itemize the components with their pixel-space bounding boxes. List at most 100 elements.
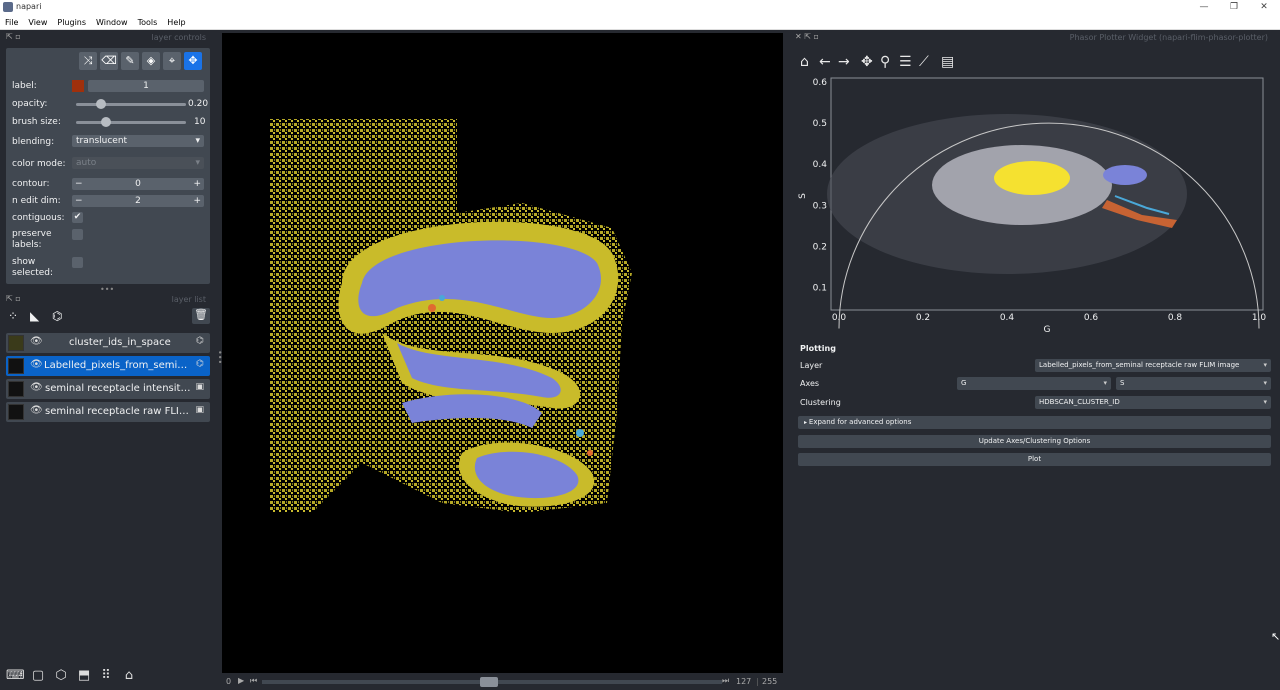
home-reset-view-icon[interactable]: ⌂: [120, 667, 138, 685]
layer-name: seminal receptacle raw FLIM...: [45, 406, 191, 417]
dock-float-icon[interactable]: ⇱ ▫: [6, 294, 21, 303]
color-picker-icon[interactable]: ⌖: [163, 52, 181, 70]
minimize-button[interactable]: —: [1190, 0, 1218, 15]
home-icon[interactable]: ⌂: [800, 54, 809, 70]
update-options-button[interactable]: Update Axes/Clustering Options: [798, 435, 1271, 448]
contour-spinbox[interactable]: −0 +: [72, 178, 204, 190]
contour-label: contour:: [12, 179, 50, 189]
dims-slider-handle[interactable]: [480, 677, 498, 687]
delete-layer-icon[interactable]: 🗑: [192, 308, 210, 324]
viewer-canvas[interactable]: [222, 33, 783, 673]
plotter-title: Phasor Plotter Widget (napari-flim-phaso…: [1069, 33, 1268, 42]
layer-item[interactable]: 👁 seminal receptacle intensity i... ▣: [6, 379, 210, 399]
visibility-eye-icon[interactable]: 👁: [30, 336, 43, 347]
x-tick-label: 1.0: [1252, 313, 1267, 323]
phasor-plotter-dock: ✕ ⇱ ▫ Phasor Plotter Widget (napari-flim…: [789, 30, 1280, 670]
layer-field-label: Layer: [800, 361, 823, 370]
opacity-label: opacity:: [12, 99, 48, 109]
color-mode-label: color mode:: [12, 159, 66, 169]
pan-icon[interactable]: ✥: [861, 54, 873, 70]
layer-thumbnail: [8, 358, 24, 374]
napari-app-icon: [3, 2, 13, 12]
blending-select[interactable]: translucent ▾: [72, 135, 204, 147]
clustering-select[interactable]: HDBSCAN_CLUSTER_ID ▾: [1035, 396, 1271, 409]
brush-size-slider[interactable]: [76, 121, 186, 124]
opacity-value: 0.20: [188, 99, 209, 109]
plotter-header: ✕ ⇱ ▫ Phasor Plotter Widget (napari-flim…: [789, 32, 1280, 45]
fill-bucket-icon[interactable]: ◈: [142, 52, 160, 70]
x-axis-label: G: [1044, 325, 1051, 335]
play-icon[interactable]: ▶: [238, 676, 244, 685]
layer-item[interactable]: 👁 seminal receptacle raw FLIM... ▣: [6, 402, 210, 422]
transpose-dims-icon[interactable]: ⬒: [75, 667, 93, 685]
menu-view[interactable]: View: [23, 15, 52, 30]
configure-subplots-icon[interactable]: ☰: [899, 54, 912, 70]
contiguous-checkbox[interactable]: ✔: [72, 212, 83, 223]
layer-thumbnail: [8, 404, 24, 420]
dims-total-value: 255: [762, 677, 778, 686]
menu-tools[interactable]: Tools: [133, 15, 163, 30]
layer-name: Labelled_pixels_from_semina...: [44, 360, 190, 371]
new-points-layer-icon[interactable]: ⁘: [8, 309, 18, 323]
zoom-icon[interactable]: ⚲: [880, 54, 890, 70]
preserve-labels-checkbox[interactable]: [72, 229, 83, 240]
dock-float-icon[interactable]: ⇱ ▫: [6, 32, 21, 41]
layer-controls-header: ⇱ ▫ layer controls: [0, 32, 218, 45]
dims-slider-bar: 0 ▶ ⏮ ⏭ 127 | 255: [222, 674, 783, 690]
eraser-icon[interactable]: ⌫: [100, 52, 118, 70]
paint-brush-icon[interactable]: ✎: [121, 52, 139, 70]
phasor-plot[interactable]: 0.0 0.2 0.4 0.6 0.8 1.0 0.1 0.2 0.3 0.4 0.5 0.6 G …: [797, 70, 1277, 340]
layer-item-selected[interactable]: 👁 Labelled_pixels_from_semina... ⌬: [6, 356, 210, 376]
show-selected-checkbox[interactable]: [72, 257, 83, 268]
visibility-eye-icon[interactable]: 👁: [30, 382, 43, 393]
layer-name: cluster_ids_in_space: [69, 337, 171, 348]
image-type-icon: ▣: [195, 405, 204, 415]
ndisplay-toggle-icon[interactable]: ▢: [29, 667, 47, 685]
visibility-eye-icon[interactable]: 👁: [30, 359, 43, 370]
phasor-density-cloud: [827, 114, 1187, 274]
forward-arrow-icon[interactable]: →: [838, 54, 850, 70]
y-axis-select[interactable]: S ▾: [1116, 377, 1271, 390]
layer-item[interactable]: 👁 cluster_ids_in_space ⌬: [6, 333, 210, 353]
y-tick-label: 0.5: [813, 119, 827, 129]
menu-file[interactable]: File: [0, 15, 23, 30]
visibility-eye-icon[interactable]: 👁: [30, 405, 43, 416]
back-arrow-icon[interactable]: ←: [819, 54, 831, 70]
maximize-button[interactable]: ❐: [1220, 0, 1248, 15]
edit-curves-icon[interactable]: ⟋: [919, 54, 929, 70]
y-tick-label: 0.3: [813, 201, 827, 211]
close-button[interactable]: ✕: [1250, 0, 1278, 15]
new-shapes-layer-icon[interactable]: ◣: [30, 309, 39, 323]
x-axis-select[interactable]: G ▾: [957, 377, 1111, 390]
advanced-options-collapsible[interactable]: ▸ Expand for advanced options: [798, 416, 1271, 429]
pan-zoom-icon[interactable]: ✥: [184, 52, 202, 70]
opacity-slider-handle[interactable]: [96, 99, 106, 109]
labels-type-icon: ⌬: [196, 336, 204, 346]
menu-window[interactable]: Window: [91, 15, 133, 30]
menu-bar: File View Plugins Window Tools Help: [0, 15, 1280, 30]
x-tick-label: 0.4: [1000, 313, 1015, 323]
new-labels-layer-icon[interactable]: ⌬: [52, 309, 62, 323]
splitter-handle[interactable]: •••: [100, 285, 114, 294]
plot-button[interactable]: Plot: [798, 453, 1271, 466]
label-spinbox[interactable]: 1: [88, 80, 204, 92]
layer-select[interactable]: Labelled_pixels_from_seminal receptacle …: [1035, 359, 1271, 372]
step-forward-icon[interactable]: ⏭: [722, 676, 729, 686]
blending-label: blending:: [12, 137, 55, 147]
x-tick-label: 0.8: [1168, 313, 1183, 323]
menu-plugins[interactable]: Plugins: [52, 15, 91, 30]
console-icon[interactable]: ⌨: [6, 667, 25, 685]
y-axis-label: S: [798, 193, 808, 199]
shuffle-colors-icon[interactable]: ⤨: [79, 52, 97, 70]
grid-mode-icon[interactable]: ⠿: [97, 667, 115, 685]
dims-start-value: 0: [226, 677, 232, 686]
color-mode-select[interactable]: auto ▾: [72, 157, 204, 169]
opacity-slider[interactable]: [76, 103, 186, 106]
n-edit-dim-spinbox[interactable]: −2 +: [72, 195, 204, 207]
save-figure-icon[interactable]: ▤: [941, 54, 954, 70]
dock-close-icon[interactable]: ✕ ⇱ ▫: [795, 32, 819, 41]
roll-dims-icon[interactable]: ⬡: [52, 667, 70, 685]
menu-help[interactable]: Help: [162, 15, 190, 30]
brush-size-slider-handle[interactable]: [101, 117, 111, 127]
step-back-icon[interactable]: ⏮: [250, 676, 257, 686]
